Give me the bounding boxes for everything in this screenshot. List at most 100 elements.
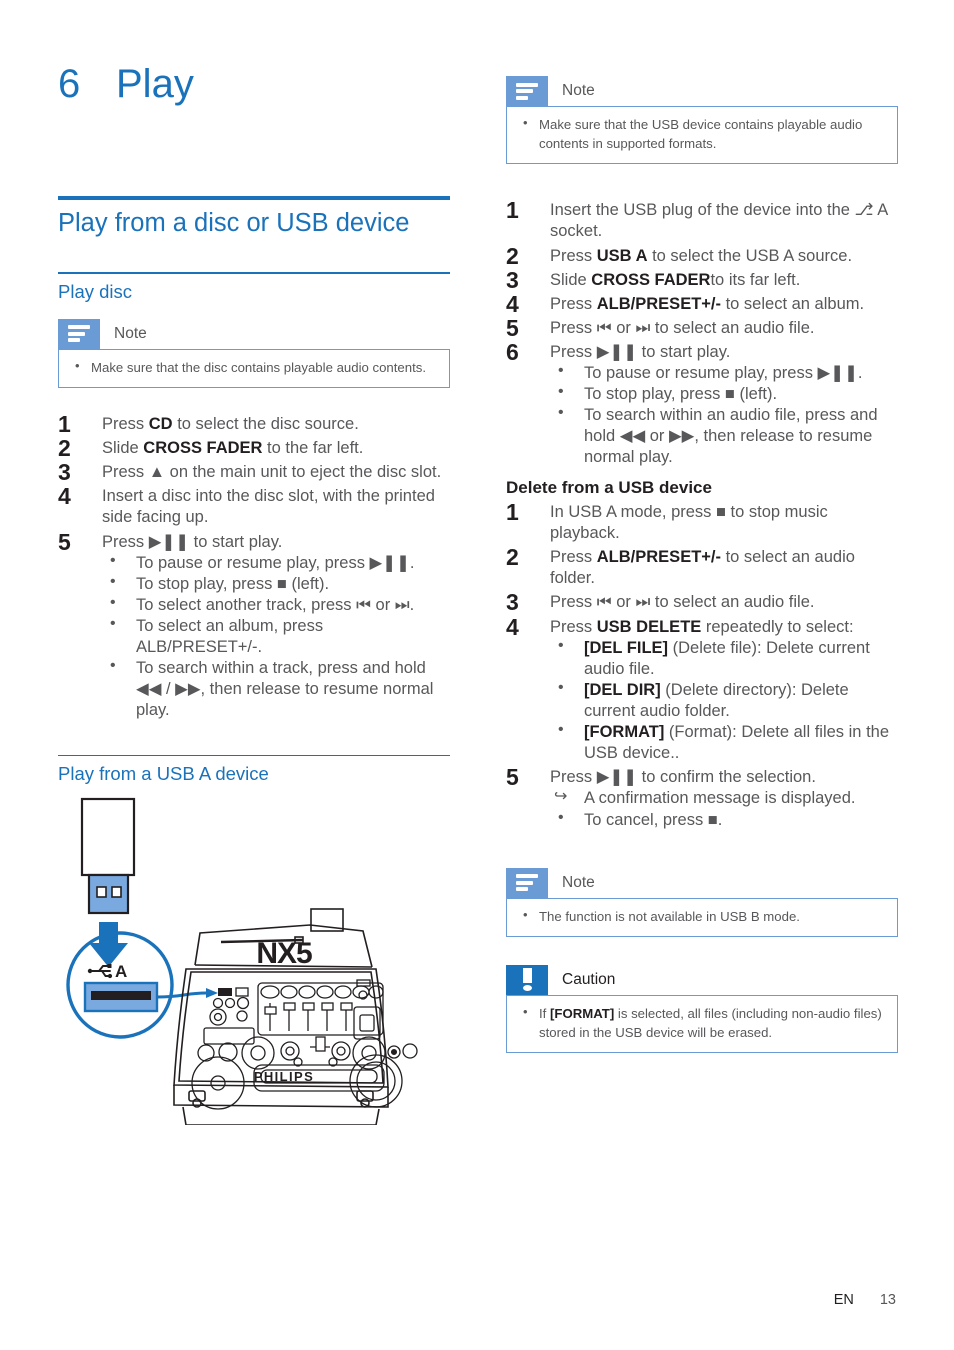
caution-body: If [FORMAT] is selected, all files (incl… [506,994,898,1054]
note-lines-icon [516,874,538,892]
disc-substeps-list: To pause or resume play, press ▶❚❚. To s… [102,551,450,722]
delete-option-label: [DEL FILE] [584,638,669,657]
note-box-usb-b: Note The function is not available in US… [506,867,898,937]
confirm-result-list: A confirmation message is displayed. [550,787,898,809]
note-header: Note [506,76,898,106]
usb-stick-body [80,798,136,877]
note-title: Note [562,82,595,99]
step-item: Press ▶❚❚ to start play. To pause or res… [58,528,450,722]
step-text: Press ▶❚❚ to confirm the selection. [550,768,816,787]
step-text: Press USB DELETE repeatedly to select: [550,617,854,636]
note-lines-icon [68,325,90,343]
caution-box: Caution If [FORMAT] is selected, all fil… [506,964,898,1054]
device-model-label: NX5 [256,937,312,970]
note-box-usb: Note Make sure that the USB device conta… [506,76,898,165]
substep-item: To search within a track, press and hold… [102,656,450,721]
subsection-play-disc-heading-block: Play disc [58,272,450,303]
delete-section-heading: Delete from a USB device [506,477,712,497]
step-bold: CROSS FADER [143,439,263,458]
step-item: Slide CROSS FADER to the far left. [58,434,450,464]
callout-arrow [206,988,218,999]
step-item: Press USB A to select the USB A source. [506,241,853,271]
caution-icon-badge [506,964,548,995]
step-item: Press ▶❚❚ to start play. To pause or res… [506,338,898,469]
delete-option-item: [DEL DIR] (Delete directory): Delete cur… [550,678,898,722]
right-column: Note Make sure that the USB device conta… [506,0,898,1054]
step-item: Press ALB/PRESET+/- to select an audio f… [506,543,855,588]
note-box-disc: Note Make sure that the disc contains pl… [58,318,450,389]
footer-language: EN [833,1292,854,1308]
caution-title: Caution [562,970,616,988]
usb-contact [111,886,122,898]
usb-substeps-list: To pause or resume play, press ▶❚❚. To s… [550,361,898,469]
note-title: Note [114,324,147,342]
step-text: Press ▶❚❚ to start play. [550,342,731,361]
substep-item: To pause or resume play, press ▶❚❚. [550,361,898,384]
step-item: Press USB DELETE repeatedly to select: [… [506,613,898,765]
substep-item: To stop play, press ■ (left). [102,572,450,595]
step-item: Slide CROSS FADERto its far left. [506,266,801,296]
subsection-heading-play-disc: Play disc [58,280,133,302]
usb-icon [87,964,113,979]
substep-item: To select another track, press ⏮ or ⏭. [102,593,450,616]
result-item: A confirmation message is displayed. [550,787,898,809]
note-header: Note [506,867,898,898]
note-body: Make sure that the USB device contains p… [506,106,898,165]
caution-header: Caution [506,964,898,995]
step-text: Press [102,415,149,434]
caution-item: If [FORMAT] is selected, all files (incl… [517,1003,887,1042]
page-footer: EN 13 [834,1292,896,1308]
note-item: Make sure that the disc contains playabl… [69,357,439,377]
delete-option-label: [FORMAT] [584,723,665,742]
insert-arrow-icon [89,922,128,968]
usb-connector [87,874,130,915]
note-body: Make sure that the disc contains playabl… [58,348,450,389]
note-title: Note [562,873,595,891]
step-item: Press ⏮ or ⏭ to select an audio file. [506,314,815,344]
cancel-note-list: To cancel, press ■. [550,808,898,831]
step-item: Press ▲ on the main unit to eject the di… [58,458,442,488]
step-item: Press CD to select the disc source. [58,410,450,440]
note-lines-icon [516,82,538,100]
usb-socket-label: A [115,962,127,981]
usb-insertion-illustration: A NX5 PHILIPS [58,785,450,1126]
step-item: Press ALB/PRESET+/- to select an album. [506,290,865,320]
delete-steps-list: In USB A mode, press ■ to stop music pla… [506,498,898,831]
substep-item: To pause or resume play, press ▶❚❚. [102,551,450,574]
substep-item: To select an album, press ALB/PRESET+/-. [102,614,450,658]
step-item: Insert a disc into the disc slot, with t… [58,482,435,527]
delete-options-list: [DEL FILE] (Delete file): Delete current… [550,636,898,765]
step-text: Slide [102,439,144,458]
note-icon-badge [58,318,100,349]
delete-option-item: [DEL FILE] (Delete file): Delete current… [550,636,898,680]
step-text-tail: to select the disc source. [172,415,359,434]
usb-socket-slot [91,991,151,1001]
left-column: Play from a disc or USB device Play disc… [58,0,450,1126]
note-header: Note [58,318,450,349]
section-heading-block: Play from a disc or USB device [58,196,450,238]
substep-item: To cancel, press ■. [550,808,898,831]
caution-prefix: If [539,1005,550,1021]
step-text: Press ▶❚❚ to start play. [102,532,283,551]
note-body: The function is not available in USB B m… [506,897,898,937]
note-icon-badge [506,76,548,106]
delete-option-label: [DEL DIR] [584,680,661,699]
note-item: Make sure that the USB device contains p… [517,114,887,153]
callout-leader-line [156,991,207,999]
usb-contact [96,886,107,898]
delete-option-item: [FORMAT] (Format): Delete all files in t… [550,720,898,764]
step-text-tail: to the far left. [262,439,364,458]
usb-play-steps-list: Insert the USB plug of the device into t… [506,196,898,469]
device-controls [191,979,418,1110]
step-item: In USB A mode, press ■ to stop music pla… [506,498,828,543]
page-title: Play from a disc or USB device [58,209,410,237]
note-icon-badge [506,867,548,898]
step-item: Insert the USB plug of the device into t… [506,196,888,241]
substep-item: To search within an audio file, press an… [550,403,898,468]
subsection-usb-heading-block: Play from a USB A device [58,754,450,786]
disc-steps-list: Press CD to select the disc source. Slid… [58,410,450,722]
note-item: The function is not available in USB B m… [517,906,887,926]
step-item: Press ⏮ or ⏭ to select an audio file. [506,588,815,618]
manual-page: 6 Play Play from a disc or USB device Pl… [0,0,954,1350]
exclamation-icon [522,968,532,992]
